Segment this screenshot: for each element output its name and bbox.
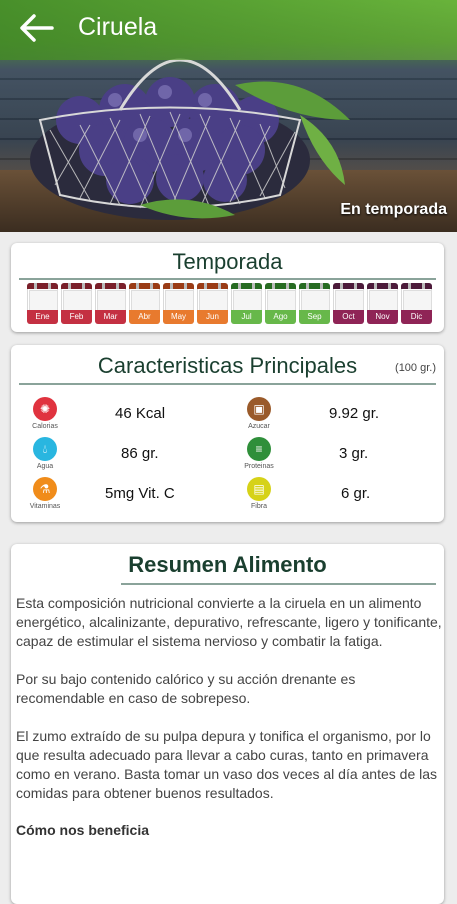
water-value: 86 gr. — [121, 445, 159, 462]
month-calendar-nov: Nov — [367, 283, 398, 324]
fiber-label: Fibra — [251, 503, 267, 510]
month-calendar-jul: Jul — [231, 283, 262, 324]
summary-card: Resumen Alimento Esta composición nutric… — [11, 544, 444, 904]
protein-icon: ≡ — [247, 437, 271, 461]
protein-value: 3 gr. — [339, 445, 369, 462]
summary-content: Esta composición nutricional convierte a… — [16, 594, 442, 838]
fiber-value: 6 gr. — [341, 485, 371, 502]
month-calendar-mar: Mar — [95, 283, 126, 324]
in-season-badge: En temporada — [340, 201, 447, 218]
sugar-label: Azucar — [248, 423, 270, 430]
app-bar — [0, 0, 457, 60]
water-icon: 💧︎ — [33, 437, 57, 461]
features-title: Caracteristicas Principales — [97, 353, 358, 378]
month-calendar-row: Ene Feb Mar Abr May Jun Jul Ago Sep Oct … — [25, 283, 433, 329]
calories-label: Calorias — [32, 423, 58, 430]
fiber-icon: ▤ — [247, 477, 271, 501]
month-calendar-jun: Jun — [197, 283, 228, 324]
month-calendar-aug: Ago — [265, 283, 296, 324]
back-arrow-icon[interactable] — [18, 12, 58, 48]
page-title: Ciruela — [78, 13, 158, 41]
calories-icon: ✺ — [33, 397, 57, 421]
month-calendar-jan: Ene — [27, 283, 58, 324]
hero-image: Ciruela En temporada — [0, 0, 457, 232]
vitamins-label: Vitaminas — [29, 503, 61, 510]
vitamins-value: 5mg Vit. C — [105, 485, 175, 502]
sugar-value: 9.92 gr. — [329, 405, 380, 422]
features-card: Caracteristicas Principales (100 gr.) ✺ … — [11, 345, 444, 522]
summary-title: Resumen Alimento — [128, 552, 327, 577]
season-card: Temporada Ene Feb Mar Abr May Jun Jul Ag… — [11, 243, 444, 332]
protein-label: Proteinas — [244, 463, 274, 470]
summary-divider — [121, 583, 436, 585]
month-calendar-may: May — [163, 283, 194, 324]
month-calendar-oct: Oct — [333, 283, 364, 324]
month-calendar-sep: Sep — [299, 283, 330, 324]
month-calendar-feb: Feb — [61, 283, 92, 324]
month-calendar-apr: Abr — [129, 283, 160, 324]
features-divider — [19, 383, 436, 385]
season-divider — [19, 278, 436, 280]
vitamin-icon: ⚗ — [33, 477, 57, 501]
summary-paragraph: Por su bajo contenido calórico y su acci… — [16, 671, 356, 706]
benefits-subheading: Cómo nos beneficia — [16, 822, 150, 838]
month-calendar-dec: Dic — [401, 283, 432, 324]
summary-paragraph: El zumo extraído de su pulpa depura y to… — [16, 728, 438, 801]
summary-paragraph: Esta composición nutricional convierte a… — [16, 595, 442, 649]
season-title: Temporada — [172, 249, 283, 274]
water-label: Agua — [36, 463, 54, 470]
calories-value: 46 Kcal — [115, 405, 166, 422]
sugar-icon: ▣ — [247, 397, 271, 421]
per-serving-label: (100 gr.) — [395, 362, 436, 374]
